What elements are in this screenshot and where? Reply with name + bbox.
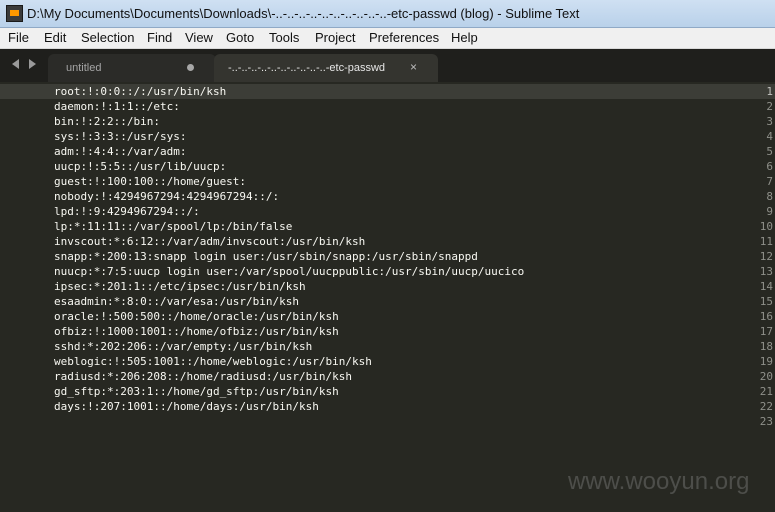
code-text[interactable]: guest:!:100:100::/home/guest: [54, 175, 246, 188]
code-line[interactable]: 15 esaadmin:*:8:0::/var/esa:/usr/bin/ksh [0, 294, 775, 309]
tab-scroll-right-icon[interactable] [29, 59, 36, 69]
tab-scroll-left-icon[interactable] [12, 59, 19, 69]
code-text[interactable]: oracle:!:500:500::/home/oracle:/usr/bin/… [54, 310, 339, 323]
code-text[interactable]: days:!:207:1001::/home/days:/usr/bin/ksh [54, 400, 319, 413]
line-number: 5 [766, 145, 773, 158]
line-number: 16 [759, 310, 773, 323]
line-number: 12 [759, 250, 773, 263]
code-text[interactable]: uucp:!:5:5::/usr/lib/uucp: [54, 160, 226, 173]
code-line[interactable]: 16 oracle:!:500:500::/home/oracle:/usr/bi… [0, 309, 775, 324]
code-line[interactable]: 9 lpd:!:9:4294967294::/: [0, 204, 775, 219]
code-text[interactable]: nobody:!:4294967294:4294967294::/: [54, 190, 279, 203]
line-number: 23 [759, 415, 773, 428]
menu-view[interactable]: View [185, 30, 213, 45]
line-number: 3 [766, 115, 773, 128]
sublime-app-icon [6, 5, 23, 22]
title-bar: D:\My Documents\Documents\Downloads\-..-… [0, 0, 775, 28]
code-line[interactable]: 23 [0, 414, 775, 429]
menu-help[interactable]: Help [451, 30, 478, 45]
menu-tools[interactable]: Tools [269, 30, 299, 45]
code-line[interactable]: 4 sys:!:3:3::/usr/sys: [0, 129, 775, 144]
code-text[interactable]: snapp:*:200:13:snapp login user:/usr/sbi… [54, 250, 478, 263]
code-text[interactable]: daemon:!:1:1::/etc: [54, 100, 180, 113]
code-line[interactable]: 12 snapp:*:200:13:snapp login user:/usr/s… [0, 249, 775, 264]
line-number: 4 [766, 130, 773, 143]
code-text[interactable]: ofbiz:!:1000:1001::/home/ofbiz:/usr/bin/… [54, 325, 339, 338]
menu-find[interactable]: Find [147, 30, 172, 45]
close-icon[interactable]: × [410, 60, 417, 74]
tab-etc-passwd[interactable]: -..-..-..-..-..-..-..-..-..-..-etc-passw… [214, 54, 438, 82]
editor-area[interactable]: 1 root:!:0:0::/:/usr/bin/ksh2 daemon:!:1:1… [0, 82, 775, 512]
code-line[interactable]: 2 daemon:!:1:1::/etc: [0, 99, 775, 114]
line-number: 10 [759, 220, 773, 233]
code-line[interactable]: 5 adm:!:4:4::/var/adm: [0, 144, 775, 159]
code-line[interactable]: 21 gd_sftp:*:203:1::/home/gd_sftp:/usr/bi… [0, 384, 775, 399]
code-text[interactable]: radiusd:*:206:208::/home/radiusd:/usr/bi… [54, 370, 352, 383]
line-number: 20 [759, 370, 773, 383]
code-text[interactable]: gd_sftp:*:203:1::/home/gd_sftp:/usr/bin/… [54, 385, 339, 398]
menu-project[interactable]: Project [315, 30, 355, 45]
line-number: 19 [759, 355, 773, 368]
menu-preferences[interactable]: Preferences [369, 30, 439, 45]
code-text[interactable]: sys:!:3:3::/usr/sys: [54, 130, 186, 143]
line-number: 13 [759, 265, 773, 278]
menu-goto[interactable]: Goto [226, 30, 254, 45]
line-number: 18 [759, 340, 773, 353]
line-number: 8 [766, 190, 773, 203]
unsaved-dot-icon[interactable] [187, 64, 194, 71]
menu-bar: File Edit Selection Find View Goto Tools… [0, 28, 775, 49]
code-line[interactable]: 10 lp:*:11:11::/var/spool/lp:/bin/false [0, 219, 775, 234]
menu-selection[interactable]: Selection [81, 30, 134, 45]
line-number: 2 [766, 100, 773, 113]
code-text[interactable]: ipsec:*:201:1::/etc/ipsec:/usr/bin/ksh [54, 280, 306, 293]
code-line[interactable]: 20 radiusd:*:206:208::/home/radiusd:/usr/… [0, 369, 775, 384]
tab-untitled[interactable]: untitled [48, 54, 216, 82]
line-number: 22 [759, 400, 773, 413]
code-text[interactable]: invscout:*:6:12::/var/adm/invscout:/usr/… [54, 235, 365, 248]
code-line[interactable]: 3 bin:!:2:2::/bin: [0, 114, 775, 129]
tab-label: -..-..-..-..-..-..-..-..-..-..-etc-passw… [228, 62, 386, 74]
code-line[interactable]: 18 sshd:*:202:206::/var/empty:/usr/bin/ks… [0, 339, 775, 354]
code-text[interactable]: esaadmin:*:8:0::/var/esa:/usr/bin/ksh [54, 295, 299, 308]
code-text[interactable]: lp:*:11:11::/var/spool/lp:/bin/false [54, 220, 292, 233]
code-text[interactable]: adm:!:4:4::/var/adm: [54, 145, 186, 158]
code-line[interactable]: 13 nuucp:*:7:5:uucp login user:/var/spool… [0, 264, 775, 279]
code-text[interactable]: bin:!:2:2::/bin: [54, 115, 160, 128]
line-number: 14 [759, 280, 773, 293]
code-line[interactable]: 11 invscout:*:6:12::/var/adm/invscout:/us… [0, 234, 775, 249]
menu-edit[interactable]: Edit [44, 30, 66, 45]
code-line[interactable]: 17 ofbiz:!:1000:1001::/home/ofbiz:/usr/bi… [0, 324, 775, 339]
code-line[interactable]: 14 ipsec:*:201:1::/etc/ipsec:/usr/bin/ksh [0, 279, 775, 294]
code-line[interactable]: 22 days:!:207:1001::/home/days:/usr/bin/k… [0, 399, 775, 414]
line-number: 1 [766, 85, 773, 98]
code-text[interactable]: root:!:0:0::/:/usr/bin/ksh [54, 85, 226, 98]
line-number: 17 [759, 325, 773, 338]
menu-file[interactable]: File [8, 30, 29, 45]
line-number: 11 [759, 235, 773, 248]
line-number: 7 [766, 175, 773, 188]
code-line[interactable]: 19 weblogic:!:505:1001::/home/weblogic:/u… [0, 354, 775, 369]
line-number: 21 [759, 385, 773, 398]
code-text[interactable]: nuucp:*:7:5:uucp login user:/var/spool/u… [54, 265, 524, 278]
tab-bar: untitled -..-..-..-..-..-..-..-..-..-..-… [0, 49, 775, 82]
line-number: 15 [759, 295, 773, 308]
line-number: 6 [766, 160, 773, 173]
window-title: D:\My Documents\Documents\Downloads\-..-… [27, 6, 580, 21]
code-line[interactable]: 8 nobody:!:4294967294:4294967294::/: [0, 189, 775, 204]
watermark: www.wooyun.org [568, 468, 750, 495]
code-line[interactable]: 6 uucp:!:5:5::/usr/lib/uucp: [0, 159, 775, 174]
line-number: 9 [766, 205, 773, 218]
code-line[interactable]: 1 root:!:0:0::/:/usr/bin/ksh [0, 84, 775, 99]
code-text[interactable]: sshd:*:202:206::/var/empty:/usr/bin/ksh [54, 340, 312, 353]
code-text[interactable]: lpd:!:9:4294967294::/: [54, 205, 200, 218]
code-text[interactable]: weblogic:!:505:1001::/home/weblogic:/usr… [54, 355, 372, 368]
tab-label: untitled [66, 62, 102, 74]
code-line[interactable]: 7 guest:!:100:100::/home/guest: [0, 174, 775, 189]
